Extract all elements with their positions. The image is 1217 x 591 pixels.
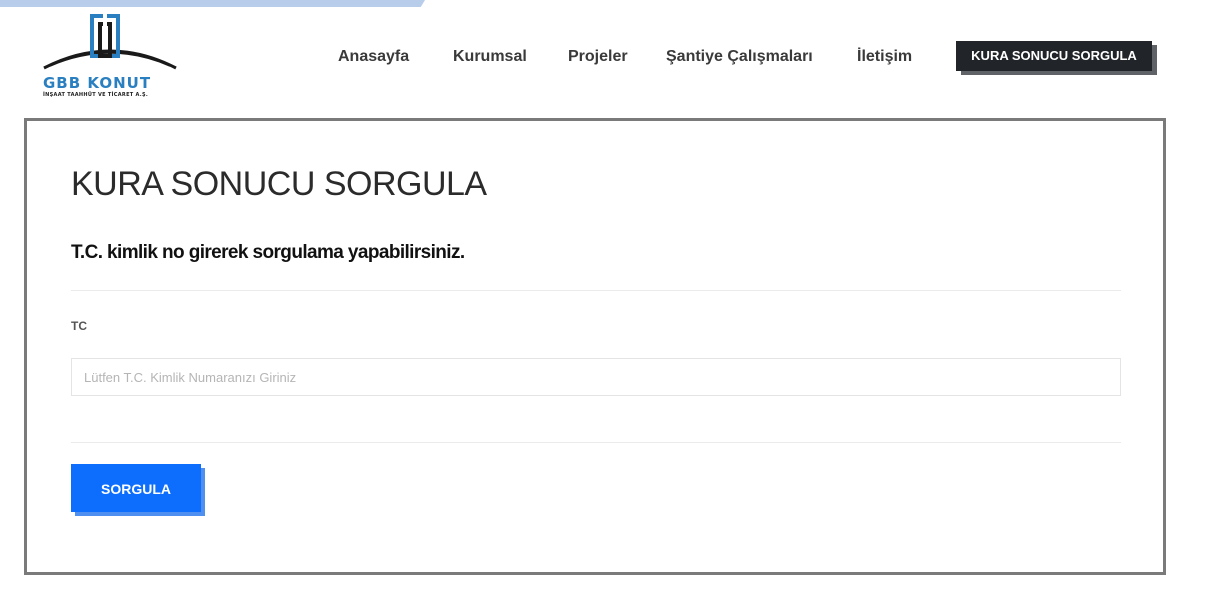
logo-name: GBB KONUT (43, 74, 152, 92)
nav-item-anasayfa[interactable]: Anasayfa (338, 48, 409, 66)
page-title: KURA SONUCU SORGULA (71, 165, 487, 203)
nav-item-projeler[interactable]: Projeler (568, 48, 628, 66)
nav-item-kurumsal[interactable]: Kurumsal (453, 48, 527, 66)
nav-item-iletisim[interactable]: İletişim (857, 48, 912, 66)
logo-mark-icon (43, 14, 177, 70)
query-card: KURA SONUCU SORGULA T.C. kimlik no girer… (24, 118, 1166, 575)
company-logo[interactable]: GBB KONUT İNŞAAT TAAHHÜT VE TİCARET A.Ş. (40, 14, 180, 102)
tc-input[interactable] (71, 358, 1121, 396)
divider (71, 290, 1121, 291)
tc-label: TC (71, 319, 87, 333)
nav-item-santiye-calismalari[interactable]: Şantiye Çalışmaları (666, 48, 813, 66)
site-header: GBB KONUT İNŞAAT TAAHHÜT VE TİCARET A.Ş.… (0, 0, 1217, 115)
kura-sorgula-nav-button[interactable]: KURA SONUCU SORGULA (956, 41, 1152, 71)
logo-subtitle: İNŞAAT TAAHHÜT VE TİCARET A.Ş. (43, 92, 149, 98)
sorgula-button[interactable]: SORGULA (71, 464, 201, 512)
divider (71, 442, 1121, 443)
page-subtitle: T.C. kimlik no girerek sorgulama yapabil… (71, 242, 465, 263)
